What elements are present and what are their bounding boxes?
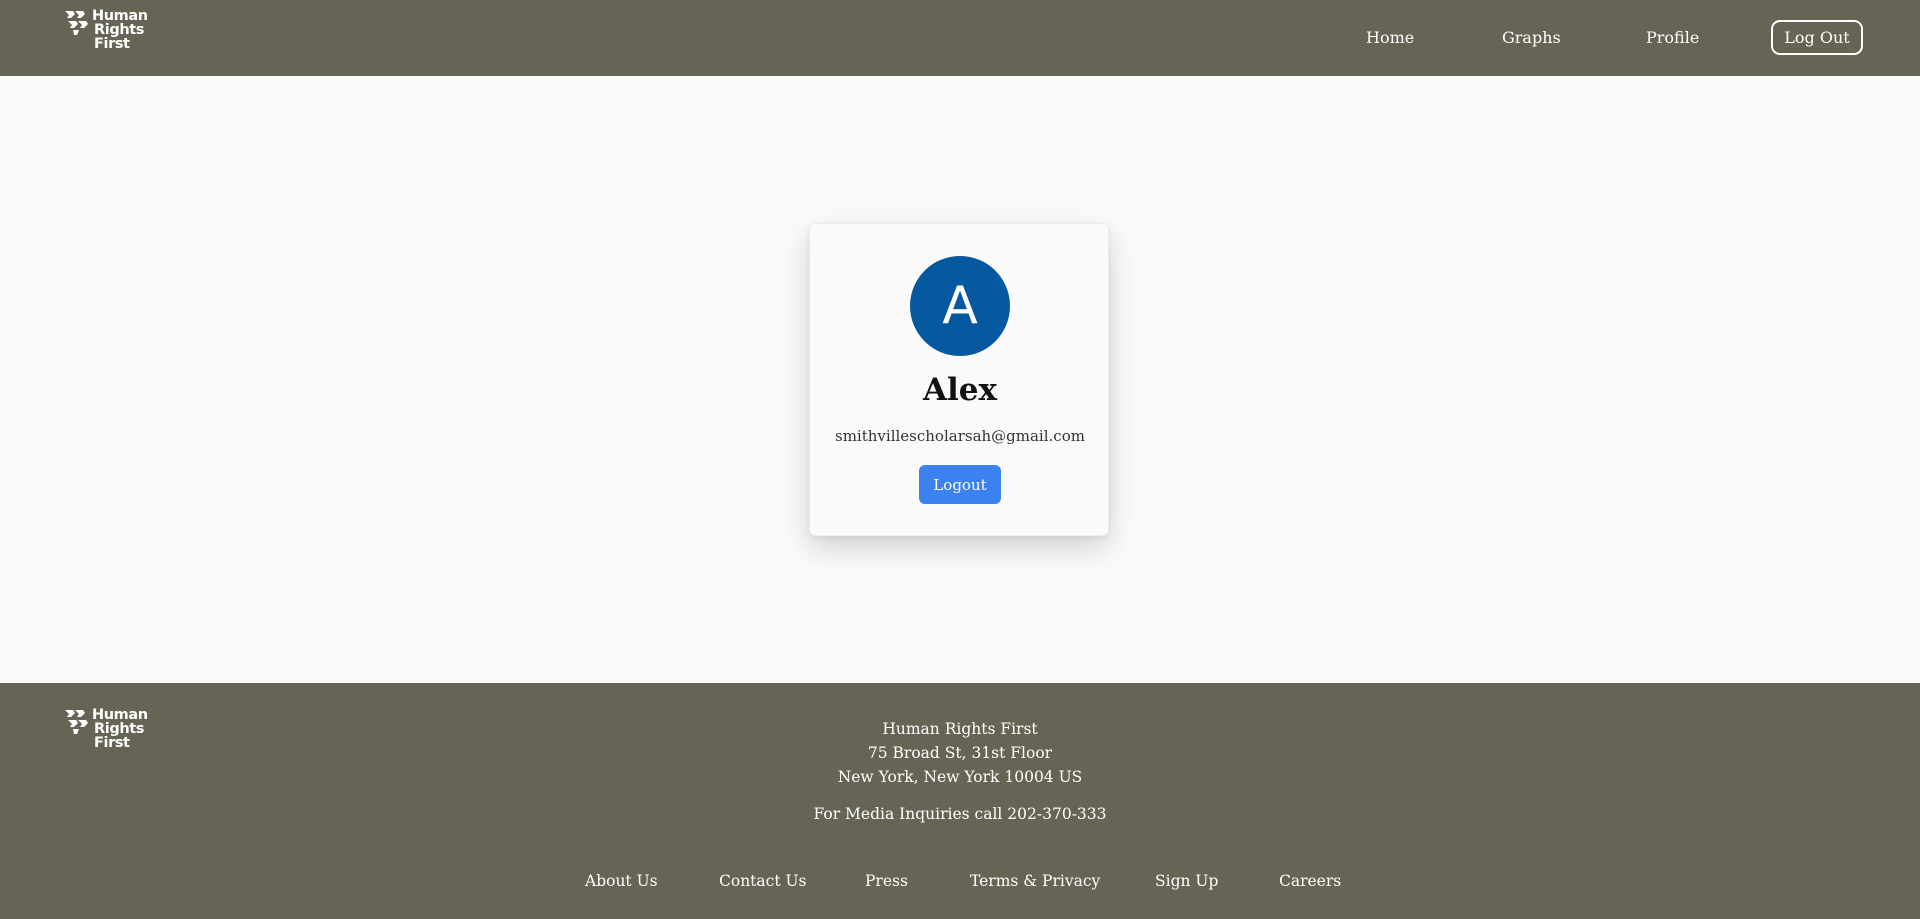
- avatar: A: [910, 256, 1010, 356]
- footer-link-about[interactable]: About Us: [585, 871, 658, 891]
- footer-address: Human Rights First 75 Broad St, 31st Flo…: [0, 717, 1920, 789]
- footer-link-contact[interactable]: Contact Us: [719, 871, 807, 891]
- nav-graphs-link[interactable]: Graphs: [1502, 28, 1561, 48]
- site-footer: Human Rights First Human Rights First 75…: [0, 683, 1920, 919]
- nav-profile-link[interactable]: Profile: [1646, 28, 1699, 48]
- site-header: Human Rights First Home Graphs Profile L…: [0, 0, 1920, 76]
- footer-media-inquiries: For Media Inquiries call 202-370-333: [813, 805, 1107, 823]
- profile-card: A Alex smithvillescholarsah@gmail.com Lo…: [809, 223, 1109, 536]
- footer-link-careers[interactable]: Careers: [1279, 871, 1341, 891]
- main-nav: Home Graphs Profile Log Out: [0, 0, 1920, 76]
- profile-email: smithvillescholarsah@gmail.com: [835, 427, 1085, 445]
- footer-link-terms[interactable]: Terms & Privacy: [970, 871, 1100, 891]
- nav-home-link[interactable]: Home: [1366, 28, 1414, 48]
- footer-link-signup[interactable]: Sign Up: [1155, 871, 1218, 891]
- nav-logout-button[interactable]: Log Out: [1771, 20, 1863, 55]
- logout-button[interactable]: Logout: [919, 465, 1001, 504]
- footer-link-press[interactable]: Press: [865, 871, 908, 891]
- footer-org-name: Human Rights First: [882, 720, 1038, 738]
- footer-address-line-1: 75 Broad St, 31st Floor: [867, 744, 1053, 762]
- footer-address-line-2: New York, New York 10004 US: [837, 768, 1083, 786]
- profile-name: Alex: [922, 372, 998, 408]
